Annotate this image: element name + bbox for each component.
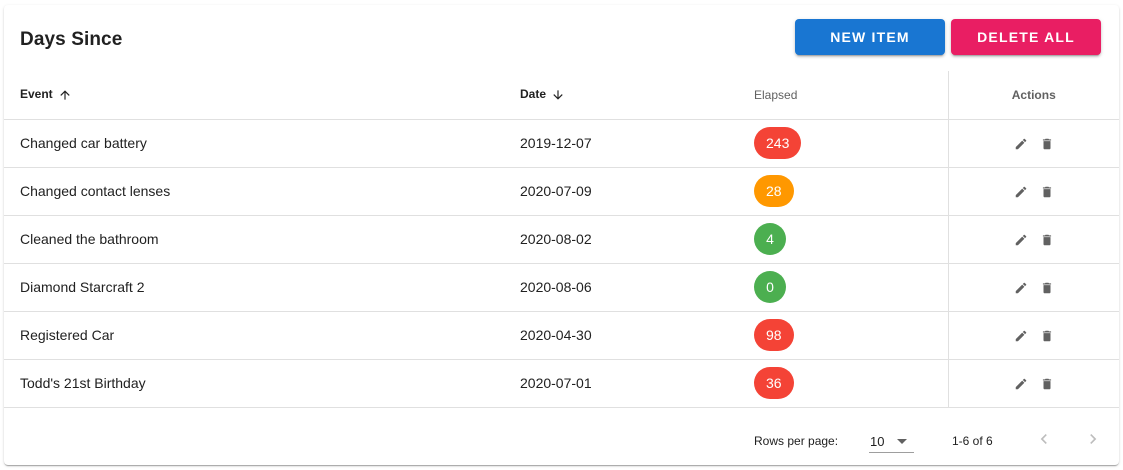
date-cell: 2019-12-07 [504, 119, 738, 168]
event-cell: Registered Car [4, 311, 504, 360]
date-cell: 2020-08-06 [504, 263, 738, 312]
actions-cell [947, 263, 1119, 312]
pencil-icon[interactable] [1014, 281, 1028, 295]
trash-icon[interactable] [1040, 233, 1054, 247]
delete-all-button[interactable]: DELETE ALL [951, 19, 1101, 55]
elapsed-cell: 243 [738, 119, 948, 168]
page-title: Days Since [20, 29, 123, 50]
trash-icon[interactable] [1040, 377, 1054, 391]
table-row: Changed contact lenses 2020-07-09 28 [4, 167, 1119, 216]
elapsed-cell: 0 [738, 263, 948, 312]
arrow-down-icon [553, 90, 564, 100]
table-row: Diamond Starcraft 2 2020-08-06 0 [4, 263, 1119, 312]
date-cell: 2020-07-01 [504, 359, 738, 408]
toolbar: Days Since NEW ITEM DELETE ALL [4, 5, 1119, 71]
elapsed-badge: 36 [754, 367, 794, 399]
column-header-actions: Actions [947, 71, 1119, 120]
column-header-date[interactable]: Date [504, 71, 738, 120]
actions-cell [947, 167, 1119, 216]
arrow-up-icon [60, 90, 70, 100]
trash-icon[interactable] [1040, 137, 1054, 151]
elapsed-cell: 28 [738, 167, 948, 216]
elapsed-cell: 4 [738, 215, 948, 264]
elapsed-badge: 28 [754, 175, 794, 207]
column-header-event-label: Event [20, 87, 53, 102]
elapsed-cell: 98 [738, 311, 948, 360]
actions-cell [947, 359, 1119, 408]
table-row: Registered Car 2020-04-30 98 [4, 311, 1119, 360]
date-cell: 2020-07-09 [504, 167, 738, 216]
date-cell: 2020-04-30 [504, 311, 738, 360]
days-since-card: Days Since NEW ITEM DELETE ALL Event Dat… [4, 5, 1119, 465]
elapsed-badge: 98 [754, 319, 794, 351]
pencil-icon[interactable] [1014, 329, 1028, 343]
elapsed-badge: 4 [754, 223, 786, 255]
caret-down-icon [897, 439, 907, 444]
actions-cell [947, 215, 1119, 264]
pencil-icon[interactable] [1014, 233, 1028, 247]
elapsed-cell: 36 [738, 359, 948, 408]
actions-cell [947, 119, 1119, 168]
new-item-button[interactable]: NEW ITEM [795, 19, 945, 55]
pencil-icon[interactable] [1014, 377, 1028, 391]
rows-per-page-label: Rows per page: [754, 434, 839, 448]
column-header-event[interactable]: Event [4, 71, 504, 120]
trash-icon[interactable] [1040, 329, 1054, 343]
event-cell: Todd's 21st Birthday [4, 359, 504, 408]
actions-cell [947, 311, 1119, 360]
table-row: Todd's 21st Birthday 2020-07-01 36 [4, 359, 1119, 408]
event-cell: Changed contact lenses [4, 167, 504, 216]
trash-icon[interactable] [1040, 185, 1054, 199]
table-footer: Rows per page: 10 1-6 of 6 [4, 413, 1119, 465]
chevron-left-icon[interactable] [1034, 429, 1054, 449]
column-header-elapsed-label: Elapsed [754, 87, 798, 102]
table-row: Cleaned the bathroom 2020-08-02 4 [4, 215, 1119, 264]
column-header-elapsed: Elapsed [738, 71, 948, 120]
rows-per-page-value: 10 [870, 434, 885, 449]
event-cell: Changed car battery [4, 119, 504, 168]
event-cell: Cleaned the bathroom [4, 215, 504, 264]
elapsed-badge: 0 [754, 271, 786, 303]
column-header-actions-label: Actions [1011, 87, 1056, 102]
date-cell: 2020-08-02 [504, 215, 738, 264]
pencil-icon[interactable] [1014, 137, 1028, 151]
chevron-right-icon[interactable] [1083, 429, 1103, 449]
table-row: Changed car battery 2019-12-07 243 [4, 119, 1119, 168]
event-cell: Diamond Starcraft 2 [4, 263, 504, 312]
table-header-row: Event Date Elapsed Actions [4, 71, 1119, 120]
column-header-date-label: Date [520, 87, 547, 102]
elapsed-badge: 243 [754, 127, 802, 159]
pagination-range: 1-6 of 6 [952, 434, 993, 448]
pencil-icon[interactable] [1014, 185, 1028, 199]
trash-icon[interactable] [1040, 281, 1054, 295]
events-table: Event Date Elapsed Actions Changed car b… [4, 71, 1119, 408]
rows-per-page-select[interactable]: 10 [869, 431, 914, 453]
